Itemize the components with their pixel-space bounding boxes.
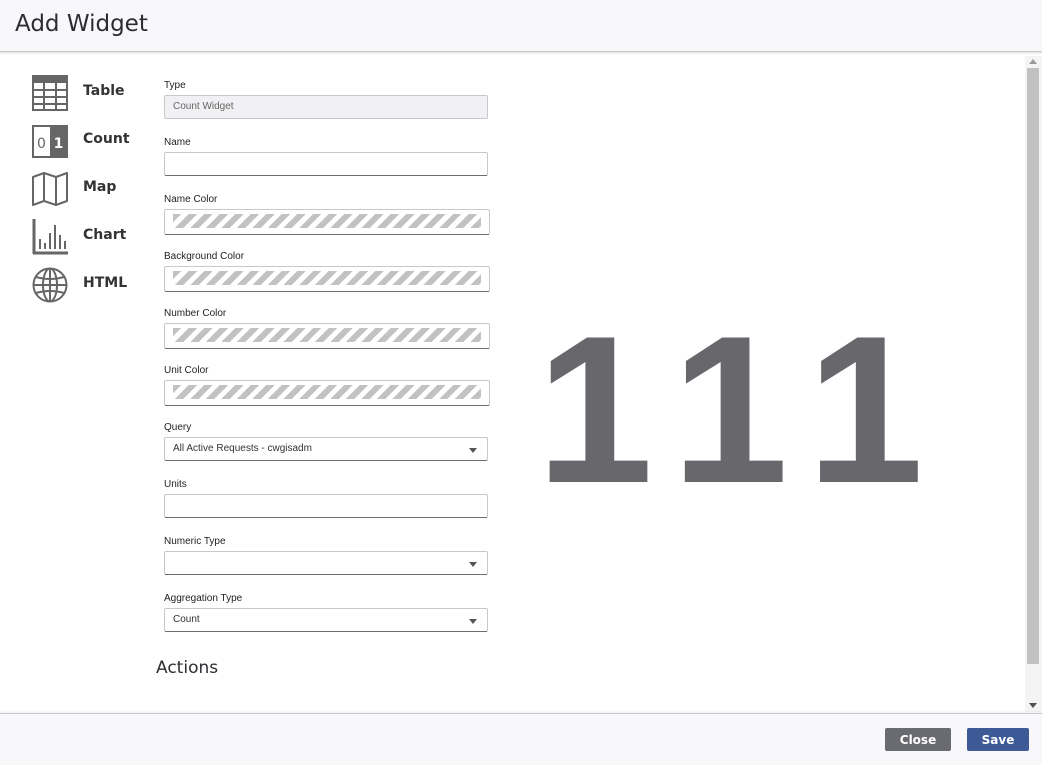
table-icon (32, 75, 68, 111)
type-field: Count Widget (164, 95, 488, 119)
color-swatch (173, 214, 481, 228)
dialog-header: Add Widget (0, 0, 1042, 52)
close-button[interactable]: Close (885, 728, 951, 751)
save-button[interactable]: Save (967, 728, 1029, 751)
aggregation-type-label: Aggregation Type (164, 593, 243, 604)
scrollbar[interactable] (1025, 56, 1042, 712)
units-label: Units (164, 479, 187, 490)
name-label: Name (164, 137, 191, 148)
svg-text:0: 0 (37, 136, 46, 152)
widget-type-table[interactable]: Table (30, 73, 150, 113)
widget-type-label: Table (83, 83, 125, 99)
color-swatch (173, 385, 481, 399)
background-color-picker[interactable] (164, 266, 490, 292)
units-field[interactable] (164, 494, 488, 518)
unit-color-picker[interactable] (164, 380, 490, 406)
numeric-type-select[interactable] (164, 551, 488, 575)
name-color-label: Name Color (164, 194, 218, 205)
scroll-down-icon[interactable] (1029, 703, 1037, 708)
dialog-footer: Close Save (0, 713, 1042, 765)
chart-icon (32, 219, 68, 255)
widget-type-label: Count (83, 131, 130, 147)
count-preview: 111 (536, 292, 954, 527)
query-select[interactable]: All Active Requests - cwgisadm (164, 437, 488, 461)
widget-type-map[interactable]: Map (30, 169, 150, 209)
type-label: Type (164, 80, 186, 91)
count-icon: 0 1 (32, 125, 68, 158)
actions-heading: Actions (156, 658, 219, 678)
numeric-type-label: Numeric Type (164, 536, 226, 547)
widget-type-label: Chart (83, 227, 127, 243)
dialog-title: Add Widget (15, 11, 148, 37)
name-field[interactable] (164, 152, 488, 176)
widget-type-label: Map (83, 179, 117, 195)
widget-type-html[interactable]: HTML (30, 265, 150, 305)
query-label: Query (164, 422, 192, 433)
color-swatch (173, 271, 481, 285)
map-icon (32, 172, 68, 206)
scroll-thumb[interactable] (1027, 68, 1039, 664)
scroll-up-icon[interactable] (1029, 59, 1037, 64)
color-swatch (173, 328, 481, 342)
widget-type-chart[interactable]: Chart (30, 217, 150, 257)
svg-text:1: 1 (54, 136, 64, 152)
widget-type-count[interactable]: 0 1 Count (30, 121, 150, 161)
widget-type-label: HTML (83, 275, 128, 291)
number-color-label: Number Color (164, 308, 227, 319)
aggregation-type-select[interactable]: Count (164, 608, 488, 632)
globe-icon (32, 267, 68, 303)
number-color-picker[interactable] (164, 323, 490, 349)
name-color-picker[interactable] (164, 209, 490, 235)
background-color-label: Background Color (164, 251, 245, 262)
unit-color-label: Unit Color (164, 365, 209, 376)
